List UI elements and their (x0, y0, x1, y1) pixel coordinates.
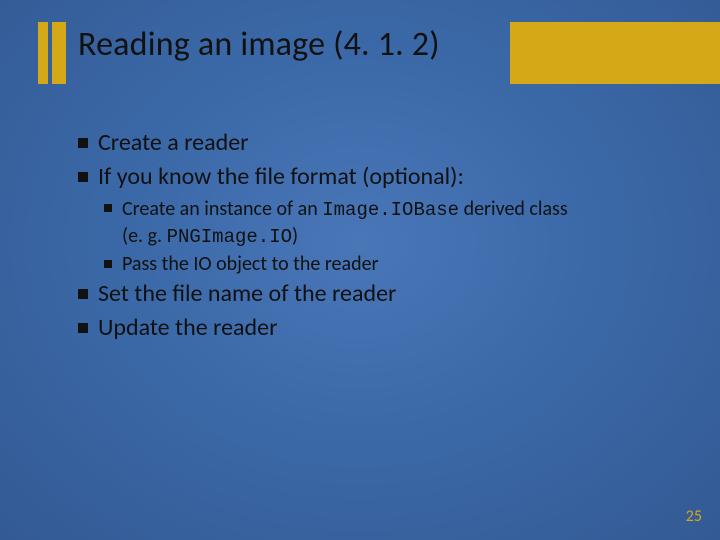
text: ) (292, 224, 298, 248)
bullet-level2: Pass the IO object to the reader (104, 251, 668, 277)
bullet-level2: Create an instance of an Image.IOBase de… (104, 196, 668, 249)
code-inline: PNGImage.IO (167, 226, 292, 248)
bullet-level1: Update the reader (78, 313, 668, 343)
bullet-level1: If you know the file format (optional): (78, 162, 668, 192)
bullet-level1: Set the file name of the reader (78, 279, 668, 309)
accent-block-right (510, 22, 720, 84)
page-number: 25 (686, 507, 702, 526)
accent-bar (38, 22, 48, 84)
slide-title: Reading an image (4. 1. 2) (78, 24, 440, 65)
code-inline: Image.IOBase (322, 199, 459, 221)
slide-body: Create a reader If you know the file for… (78, 128, 668, 347)
bullet-level1: Create a reader (78, 128, 668, 158)
text: Create an instance of an (122, 197, 322, 221)
accent-bar (52, 22, 66, 84)
accent-stripes-left (0, 22, 70, 84)
slide: Reading an image (4. 1. 2) Create a read… (0, 0, 720, 540)
